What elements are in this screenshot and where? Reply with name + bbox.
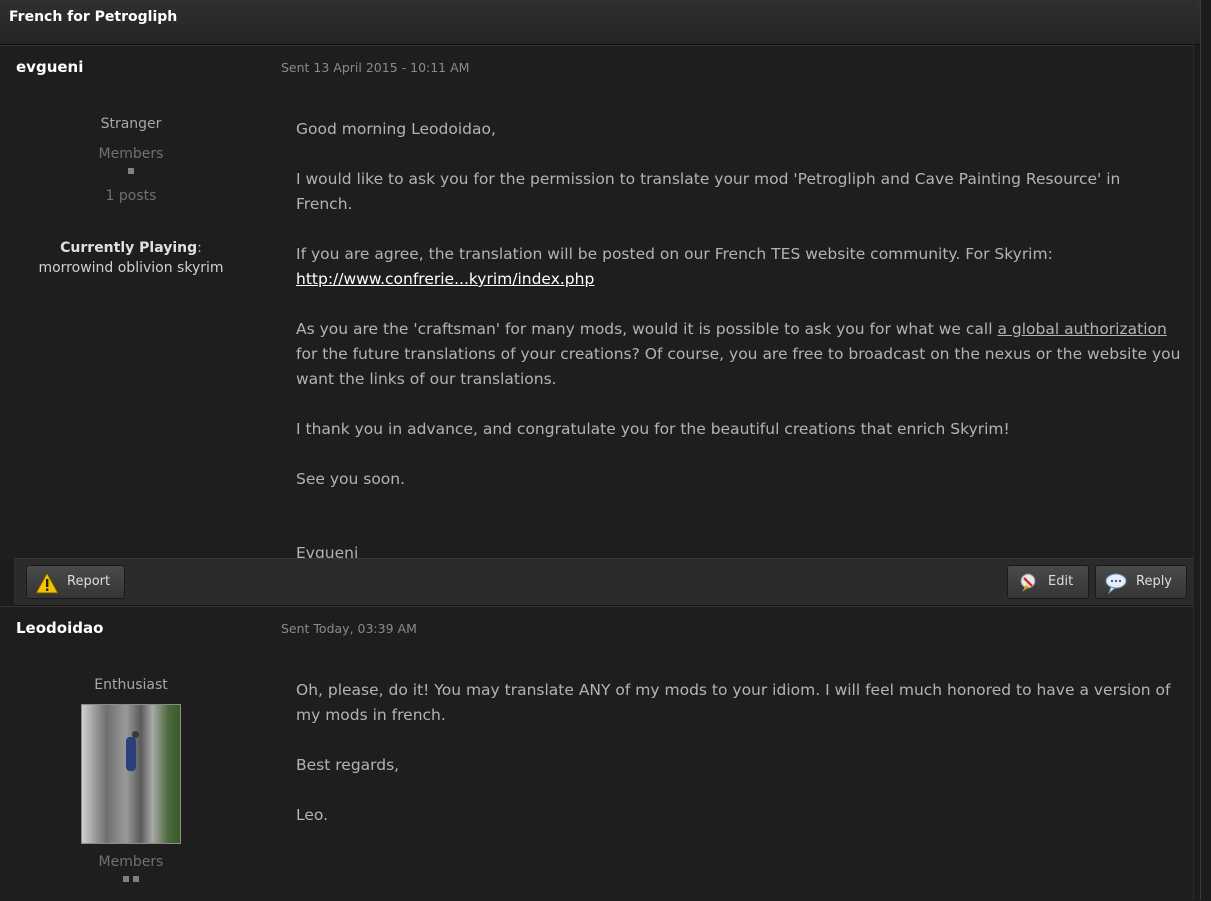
author-group: Members (98, 854, 164, 870)
post-body: Good morning Leodoidao, I would like to … (296, 117, 1181, 566)
post-body: Oh, please, do it! You may translate ANY… (296, 678, 1181, 828)
confrerie-link[interactable]: http://www.confrerie...kyrim/index.php (296, 270, 594, 288)
currently-playing-label: Currently Playing: (60, 240, 202, 256)
post-paragraph: As you are the 'craftsman' for many mods… (296, 320, 1181, 388)
thread-title: French for Petrogliph (9, 9, 178, 25)
post-paragraph: Best regards, (296, 756, 400, 774)
author-rank: Enthusiast (94, 677, 168, 693)
post-date: Sent 13 April 2015 - 10:11 AM (281, 60, 470, 75)
rank-pip (128, 168, 134, 174)
post-author[interactable]: Leodoidao (16, 619, 103, 637)
author-group: Members (98, 146, 164, 162)
window-edge (1200, 0, 1201, 900)
content-divider (1193, 0, 1194, 900)
edit-button[interactable]: Edit (1007, 565, 1089, 599)
edit-label: Edit (1048, 574, 1074, 589)
post-paragraph: I thank you in advance, and congratulate… (296, 420, 1010, 438)
reply-button[interactable]: Reply (1095, 565, 1187, 599)
report-label: Report (67, 574, 111, 589)
post-paragraph: If you are agree, the translation will b… (296, 245, 1053, 288)
currently-playing-value: morrowind oblivion skyrim (38, 260, 224, 276)
report-button[interactable]: Report (26, 565, 125, 599)
rank-pips (16, 876, 246, 886)
post-paragraph: See you soon. (296, 470, 406, 488)
author-info: Stranger Members 1 posts Currently Playi… (16, 116, 246, 276)
post-paragraph: Oh, please, do it! You may translate ANY… (296, 681, 1171, 724)
author-info: Enthusiast Members (16, 677, 246, 886)
rank-pip (133, 876, 139, 882)
reply-icon (1105, 573, 1127, 594)
post-leodoidao: Leodoidao Sent Today, 03:39 AM Enthusias… (0, 606, 1193, 901)
post-greeting: Good morning Leodoidao, (296, 120, 496, 138)
global-authorization-link[interactable]: a global authorization (997, 320, 1166, 338)
warning-icon (35, 572, 59, 594)
post-paragraph: I would like to ask you for the permissi… (296, 170, 1121, 213)
post-evgueni: evgueni Sent 13 April 2015 - 10:11 AM St… (0, 45, 1193, 562)
avatar[interactable] (81, 704, 181, 844)
rank-pips (16, 168, 246, 178)
thread-header: French for Petrogliph (0, 0, 1200, 45)
edit-icon (1020, 573, 1036, 592)
avatar-figure (126, 737, 136, 771)
post-author[interactable]: evgueni (16, 58, 83, 76)
post-date: Sent Today, 03:39 AM (281, 621, 417, 636)
author-post-count: 1 posts (105, 188, 157, 204)
post-signature: Leo. (296, 806, 329, 824)
rank-pip (123, 876, 129, 882)
post-action-bar: Report Edit Reply (14, 558, 1193, 606)
author-rank: Stranger (100, 116, 162, 132)
reply-label: Reply (1136, 574, 1173, 589)
